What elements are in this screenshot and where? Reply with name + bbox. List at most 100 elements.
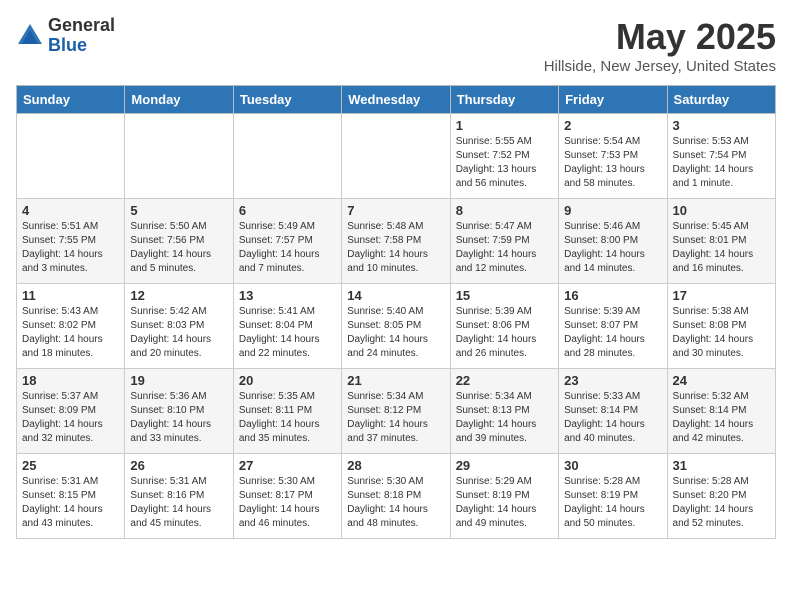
calendar-cell: 27 Sunrise: 5:30 AM Sunset: 8:17 PM Dayli… — [233, 454, 341, 539]
day-number: 16 — [564, 288, 661, 303]
calendar-cell: 14 Sunrise: 5:40 AM Sunset: 8:05 PM Dayli… — [342, 284, 450, 369]
header-day-saturday: Saturday — [667, 86, 775, 114]
day-content: Sunrise: 5:46 AM Sunset: 8:00 PM Dayligh… — [564, 220, 661, 276]
day-number: 6 — [239, 203, 336, 218]
day-content: Sunrise: 5:35 AM Sunset: 8:11 PM Dayligh… — [239, 390, 336, 446]
logo-icon — [16, 22, 44, 50]
day-content: Sunrise: 5:42 AM Sunset: 8:03 PM Dayligh… — [130, 305, 227, 361]
calendar-header: SundayMondayTuesdayWednesdayThursdayFrid… — [17, 86, 776, 114]
header-day-sunday: Sunday — [17, 86, 125, 114]
calendar-cell: 5 Sunrise: 5:50 AM Sunset: 7:56 PM Daylig… — [125, 199, 233, 284]
day-number: 25 — [22, 458, 119, 473]
day-content: Sunrise: 5:31 AM Sunset: 8:16 PM Dayligh… — [130, 475, 227, 531]
logo: General Blue — [16, 16, 115, 56]
calendar-cell: 10Sunrise: 5:45 AM Sunset: 8:01 PM Dayli… — [667, 199, 775, 284]
header-day-thursday: Thursday — [450, 86, 558, 114]
calendar-cell: 30 Sunrise: 5:28 AM Sunset: 8:19 PM Dayli… — [559, 454, 667, 539]
day-number: 13 — [239, 288, 336, 303]
calendar-cell: 29 Sunrise: 5:29 AM Sunset: 8:19 PM Dayli… — [450, 454, 558, 539]
calendar-cell: 2Sunrise: 5:54 AM Sunset: 7:53 PM Daylig… — [559, 114, 667, 199]
day-number: 29 — [456, 458, 553, 473]
day-number: 19 — [130, 373, 227, 388]
calendar-cell — [342, 114, 450, 199]
calendar-cell: 4 Sunrise: 5:51 AM Sunset: 7:55 PM Daylig… — [17, 199, 125, 284]
calendar-cell: 17 Sunrise: 5:38 AM Sunset: 8:08 PM Dayli… — [667, 284, 775, 369]
calendar-cell: 21 Sunrise: 5:34 AM Sunset: 8:12 PM Dayli… — [342, 369, 450, 454]
day-number: 17 — [673, 288, 770, 303]
day-number: 30 — [564, 458, 661, 473]
day-content: Sunrise: 5:30 AM Sunset: 8:18 PM Dayligh… — [347, 475, 444, 531]
calendar-cell: 25Sunrise: 5:31 AM Sunset: 8:15 PM Dayli… — [17, 454, 125, 539]
day-number: 5 — [130, 203, 227, 218]
calendar-body: 1 Sunrise: 5:55 AM Sunset: 7:52 PM Daylig… — [17, 114, 776, 539]
day-content: Sunrise: 5:37 AM Sunset: 8:09 PM Dayligh… — [22, 390, 119, 446]
day-content: Sunrise: 5:29 AM Sunset: 8:19 PM Dayligh… — [456, 475, 553, 531]
calendar-cell: 31 Sunrise: 5:28 AM Sunset: 8:20 PM Dayli… — [667, 454, 775, 539]
day-content: Sunrise: 5:39 AM Sunset: 8:06 PM Dayligh… — [456, 305, 553, 361]
day-content: Sunrise: 5:43 AM Sunset: 8:02 PM Dayligh… — [22, 305, 119, 361]
calendar-table: SundayMondayTuesdayWednesdayThursdayFrid… — [16, 85, 776, 539]
day-number: 9 — [564, 203, 661, 218]
week-row-1: 1 Sunrise: 5:55 AM Sunset: 7:52 PM Daylig… — [17, 114, 776, 199]
calendar-cell: 22 Sunrise: 5:34 AM Sunset: 8:13 PM Dayli… — [450, 369, 558, 454]
day-content: Sunrise: 5:50 AM Sunset: 7:56 PM Dayligh… — [130, 220, 227, 276]
day-number: 21 — [347, 373, 444, 388]
day-number: 7 — [347, 203, 444, 218]
title-block: May 2025 Hillside, New Jersey, United St… — [544, 16, 776, 75]
calendar-cell — [125, 114, 233, 199]
day-number: 18 — [22, 373, 119, 388]
week-row-4: 18 Sunrise: 5:37 AM Sunset: 8:09 PM Dayli… — [17, 369, 776, 454]
page-header: General Blue May 2025 Hillside, New Jers… — [16, 16, 776, 75]
calendar-cell: 24 Sunrise: 5:32 AM Sunset: 8:14 PM Dayli… — [667, 369, 775, 454]
day-number: 14 — [347, 288, 444, 303]
day-number: 2 — [564, 118, 661, 133]
calendar-cell: 28 Sunrise: 5:30 AM Sunset: 8:18 PM Dayli… — [342, 454, 450, 539]
day-content: Sunrise: 5:49 AM Sunset: 7:57 PM Dayligh… — [239, 220, 336, 276]
day-content: Sunrise: 5:55 AM Sunset: 7:52 PM Dayligh… — [456, 135, 553, 191]
calendar-cell: 6 Sunrise: 5:49 AM Sunset: 7:57 PM Daylig… — [233, 199, 341, 284]
day-content: Sunrise: 5:53 AM Sunset: 7:54 PM Dayligh… — [673, 135, 770, 191]
day-number: 3 — [673, 118, 770, 133]
day-number: 10 — [673, 203, 770, 218]
header-day-wednesday: Wednesday — [342, 86, 450, 114]
calendar-cell: 13 Sunrise: 5:41 AM Sunset: 8:04 PM Dayli… — [233, 284, 341, 369]
day-content: Sunrise: 5:38 AM Sunset: 8:08 PM Dayligh… — [673, 305, 770, 361]
day-number: 24 — [673, 373, 770, 388]
week-row-3: 11Sunrise: 5:43 AM Sunset: 8:02 PM Dayli… — [17, 284, 776, 369]
calendar-cell: 9 Sunrise: 5:46 AM Sunset: 8:00 PM Daylig… — [559, 199, 667, 284]
calendar-cell: 3 Sunrise: 5:53 AM Sunset: 7:54 PM Daylig… — [667, 114, 775, 199]
day-number: 22 — [456, 373, 553, 388]
day-content: Sunrise: 5:40 AM Sunset: 8:05 PM Dayligh… — [347, 305, 444, 361]
day-number: 27 — [239, 458, 336, 473]
calendar-cell: 20 Sunrise: 5:35 AM Sunset: 8:11 PM Dayli… — [233, 369, 341, 454]
week-row-2: 4 Sunrise: 5:51 AM Sunset: 7:55 PM Daylig… — [17, 199, 776, 284]
day-number: 4 — [22, 203, 119, 218]
day-content: Sunrise: 5:41 AM Sunset: 8:04 PM Dayligh… — [239, 305, 336, 361]
day-number: 12 — [130, 288, 227, 303]
logo-general-text: General — [48, 16, 115, 36]
day-number: 28 — [347, 458, 444, 473]
calendar-cell: 18 Sunrise: 5:37 AM Sunset: 8:09 PM Dayli… — [17, 369, 125, 454]
calendar-cell: 11Sunrise: 5:43 AM Sunset: 8:02 PM Dayli… — [17, 284, 125, 369]
calendar-cell: 19 Sunrise: 5:36 AM Sunset: 8:10 PM Dayli… — [125, 369, 233, 454]
day-content: Sunrise: 5:34 AM Sunset: 8:12 PM Dayligh… — [347, 390, 444, 446]
header-row: SundayMondayTuesdayWednesdayThursdayFrid… — [17, 86, 776, 114]
day-content: Sunrise: 5:34 AM Sunset: 8:13 PM Dayligh… — [456, 390, 553, 446]
day-content: Sunrise: 5:28 AM Sunset: 8:20 PM Dayligh… — [673, 475, 770, 531]
day-content: Sunrise: 5:28 AM Sunset: 8:19 PM Dayligh… — [564, 475, 661, 531]
calendar-cell: 7Sunrise: 5:48 AM Sunset: 7:58 PM Daylig… — [342, 199, 450, 284]
header-day-friday: Friday — [559, 86, 667, 114]
day-content: Sunrise: 5:30 AM Sunset: 8:17 PM Dayligh… — [239, 475, 336, 531]
month-title: May 2025 — [544, 16, 776, 58]
day-content: Sunrise: 5:39 AM Sunset: 8:07 PM Dayligh… — [564, 305, 661, 361]
calendar-cell: 8Sunrise: 5:47 AM Sunset: 7:59 PM Daylig… — [450, 199, 558, 284]
day-number: 1 — [456, 118, 553, 133]
day-content: Sunrise: 5:33 AM Sunset: 8:14 PM Dayligh… — [564, 390, 661, 446]
calendar-cell — [17, 114, 125, 199]
day-content: Sunrise: 5:51 AM Sunset: 7:55 PM Dayligh… — [22, 220, 119, 276]
day-number: 20 — [239, 373, 336, 388]
day-number: 31 — [673, 458, 770, 473]
day-content: Sunrise: 5:36 AM Sunset: 8:10 PM Dayligh… — [130, 390, 227, 446]
day-content: Sunrise: 5:32 AM Sunset: 8:14 PM Dayligh… — [673, 390, 770, 446]
calendar-cell: 12 Sunrise: 5:42 AM Sunset: 8:03 PM Dayli… — [125, 284, 233, 369]
